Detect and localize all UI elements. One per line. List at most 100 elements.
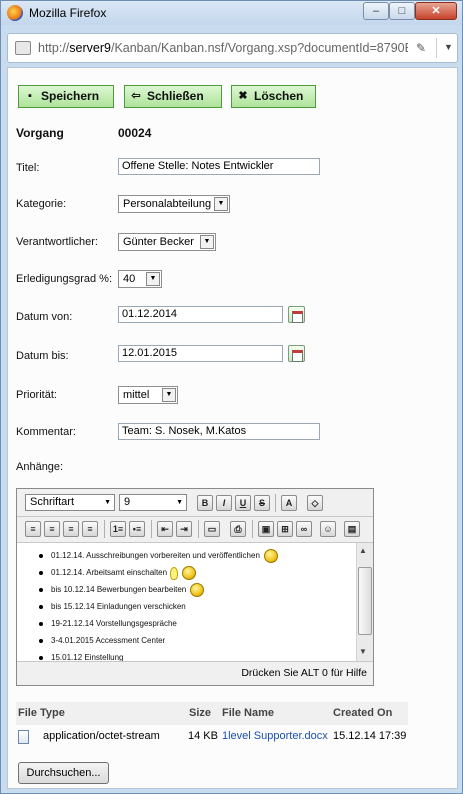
document-icon — [18, 730, 29, 744]
kommentar-label: Kommentar: — [16, 426, 76, 438]
vorgang-label: Vorgang — [16, 126, 64, 140]
browse-button[interactable]: Durchsuchen... — [18, 762, 109, 784]
close-window-button[interactable]: ✕ — [415, 2, 457, 20]
list-item-text: 15.01.12 Einstellung — [51, 653, 124, 661]
toolbar-divider — [275, 494, 276, 512]
table-icon[interactable]: ⊞ — [277, 521, 293, 537]
outdent-icon[interactable]: ⇤ — [157, 521, 173, 537]
list-item: 01.12.14. Arbeitsamt einschalten — [37, 566, 278, 583]
column-header-created-on[interactable]: Created On — [333, 707, 392, 719]
addon-icon[interactable]: ✎ — [416, 41, 426, 55]
font-family-select[interactable]: Schriftart ▼ — [25, 494, 115, 511]
list-item-text: 3-4.01.2015 Accessment Center — [51, 636, 166, 645]
chevron-down-icon: ▼ — [162, 388, 176, 402]
print-icon[interactable]: ⎙ — [230, 521, 246, 537]
image-icon[interactable]: ▣ — [258, 521, 274, 537]
address-bar[interactable]: http://server9/Kanban/Kanban.nsf/Vorgang… — [7, 33, 458, 63]
file-size-cell: 14 KB — [188, 730, 218, 742]
delete-button-label: Löschen — [254, 89, 304, 103]
calendar-icon[interactable] — [288, 345, 305, 362]
justify-icon[interactable]: ≡ — [82, 521, 98, 537]
calendar-icon[interactable] — [288, 306, 305, 323]
link-icon[interactable]: ∞ — [296, 521, 312, 537]
datum-von-input[interactable]: 01.12.2014 — [118, 306, 283, 323]
table-row: application/octet-stream 14 KB 1level Su… — [16, 725, 408, 748]
verantwortlicher-label: Verantwortlicher: — [16, 236, 98, 248]
url-prefix: http:// — [38, 41, 70, 55]
chevron-down-icon[interactable]: ▼ — [444, 42, 453, 52]
editor-status-bar: Drücken Sie ALT 0 für Hilfe — [17, 661, 373, 685]
delete-x-icon: ✖ — [238, 90, 248, 102]
list-item: 15.01.12 Einstellung — [37, 651, 278, 661]
prioritaet-select[interactable]: mittel ▼ — [118, 386, 178, 404]
url-text[interactable]: http://server9/Kanban/Kanban.nsf/Vorgang… — [38, 41, 408, 55]
floppy-disk-icon: ▪ — [28, 90, 32, 102]
file-name-link[interactable]: 1level Supporter.docx — [222, 730, 328, 742]
column-header-file-type[interactable]: File Type — [18, 707, 65, 719]
scrollbar-thumb[interactable] — [358, 567, 372, 635]
align-right-icon[interactable]: ≡ — [63, 521, 79, 537]
erledigungsgrad-label: Erledigungsgrad %: — [16, 273, 113, 285]
toolbar-divider — [104, 520, 105, 538]
underline-icon[interactable]: U — [235, 495, 251, 511]
url-path: /Kanban/Kanban.nsf/Vorgang.xsp?documentI… — [110, 41, 408, 55]
column-header-size[interactable]: Size — [189, 707, 211, 719]
titel-label: Titel: — [16, 162, 40, 174]
datum-bis-input[interactable]: 12.01.2015 — [118, 345, 283, 362]
editor-scrollbar[interactable]: ▲ ▼ — [356, 543, 373, 661]
maximize-button[interactable]: □ — [389, 2, 415, 20]
kategorie-selected-value: Personalabteilung — [123, 198, 212, 210]
smiley-icon[interactable]: ☺ — [320, 521, 336, 537]
font-family-value: Schriftart — [30, 496, 75, 508]
toolbar-divider — [252, 520, 253, 538]
lightbulb-icon — [170, 566, 179, 580]
list-item-text: 01.12.14. Ausschreibungen vorbereiten un… — [51, 551, 260, 561]
browser-window: Mozilla Firefox – □ ✕ http://server9/Kan… — [0, 0, 463, 794]
page-content: ▪ Speichern ⇦ Schließen ✖ Löschen Vorgan… — [7, 67, 458, 789]
delete-button[interactable]: ✖ Löschen — [231, 85, 316, 108]
minimize-button[interactable]: – — [363, 2, 389, 20]
bold-icon[interactable]: B — [197, 495, 213, 511]
toolbar-divider — [151, 520, 152, 538]
chevron-down-icon: ▼ — [200, 235, 214, 249]
rich-text-editor: Schriftart ▼ 9 ▼ B I U S A ◇ ≡ ≡ ≡ ≡ 1≡ •≡… — [16, 488, 374, 686]
anhaenge-label: Anhänge: — [16, 461, 64, 473]
smiley-icon — [190, 583, 205, 597]
save-button[interactable]: ▪ Speichern — [18, 85, 114, 108]
save-button-label: Speichern — [41, 89, 100, 103]
editor-content[interactable]: 01.12.14. Ausschreibungen vorbereiten un… — [17, 543, 356, 661]
prioritaet-selected-value: mittel — [123, 389, 150, 401]
smiley-icon — [182, 566, 197, 580]
chevron-down-icon: ▼ — [146, 272, 160, 286]
chevron-down-icon: ▼ — [104, 499, 111, 506]
italic-icon[interactable]: I — [216, 495, 232, 511]
address-divider — [436, 38, 437, 58]
page-identity-icon[interactable] — [15, 41, 31, 55]
close-button[interactable]: ⇦ Schließen — [124, 85, 222, 108]
numbered-list-icon[interactable]: 1≡ — [110, 521, 126, 537]
align-left-icon[interactable]: ≡ — [25, 521, 41, 537]
source-view-icon[interactable]: ▤ — [344, 521, 360, 537]
column-header-file-name[interactable]: File Name — [222, 707, 274, 719]
indent-icon[interactable]: ⇥ — [176, 521, 192, 537]
strikethrough-icon[interactable]: S — [254, 495, 270, 511]
erledigungsgrad-select[interactable]: 40 ▼ — [118, 270, 162, 288]
firefox-logo-icon — [7, 5, 23, 21]
font-size-select[interactable]: 9 ▼ — [119, 494, 187, 511]
editor-toolbar-bottom: ≡ ≡ ≡ ≡ 1≡ •≡ ⇤ ⇥ ▭ ⎙ ▣ ⊞ ∞ ☺ ▤ — [17, 517, 373, 543]
verantwortlicher-select[interactable]: Günter Becker ▼ — [118, 233, 216, 251]
bulleted-list-icon[interactable]: •≡ — [129, 521, 145, 537]
scroll-up-icon[interactable]: ▲ — [359, 546, 367, 555]
scroll-down-icon[interactable]: ▼ — [359, 647, 367, 656]
highlight-color-icon[interactable]: ◇ — [307, 495, 323, 511]
insert-image-icon[interactable]: ▭ — [204, 521, 220, 537]
kommentar-input[interactable]: Team: S. Nosek, M.Katos — [118, 423, 320, 440]
align-center-icon[interactable]: ≡ — [44, 521, 60, 537]
list-item: bis 15.12.14 Einladungen verschicken — [37, 600, 278, 617]
editor-toolbar-top: Schriftart ▼ 9 ▼ B I U S A ◇ — [17, 489, 373, 517]
text-color-icon[interactable]: A — [281, 495, 297, 511]
smiley-icon — [263, 549, 278, 563]
erledigungsgrad-selected-value: 40 — [123, 273, 136, 285]
titel-input[interactable]: Offene Stelle: Notes Entwickler — [118, 158, 320, 175]
kategorie-select[interactable]: Personalabteilung ▼ — [118, 195, 230, 213]
